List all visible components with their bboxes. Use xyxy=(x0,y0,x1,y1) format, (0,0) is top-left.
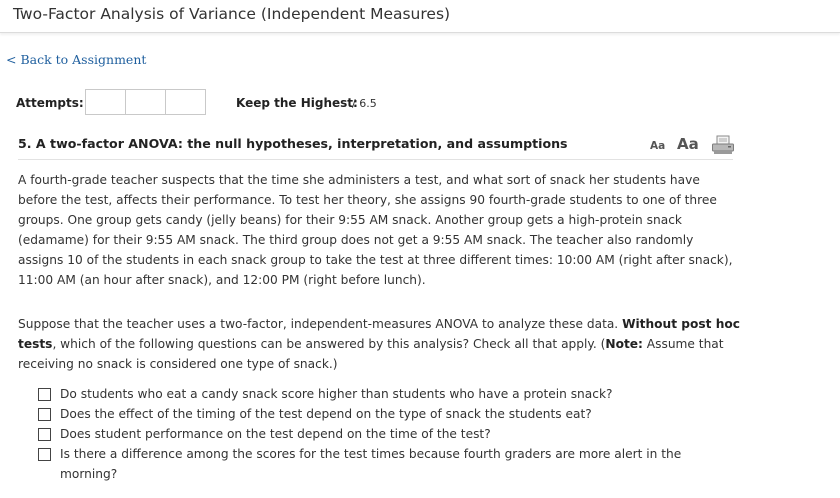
attempt-box xyxy=(86,90,126,114)
divider xyxy=(18,159,733,160)
answer-options: Do students who eat a candy snack score … xyxy=(38,384,738,484)
answer-option[interactable]: Is there a difference among the scores f… xyxy=(38,444,738,484)
answer-option-label: Is there a difference among the scores f… xyxy=(60,447,682,481)
question-title: 5. A two-factor ANOVA: the null hypothes… xyxy=(18,136,568,151)
answer-option[interactable]: Does student performance on the test dep… xyxy=(38,424,738,444)
answer-option-label: Do students who eat a candy snack score … xyxy=(60,387,613,401)
keep-highest-score: / 6.5 xyxy=(352,97,377,110)
attempt-boxes xyxy=(85,89,206,115)
printer-icon[interactable] xyxy=(711,135,735,155)
attempt-box xyxy=(126,90,166,114)
attempts-row: Attempts: Keep the Highest: / 6.5 xyxy=(0,89,840,117)
answer-checkbox[interactable] xyxy=(38,408,51,421)
answer-checkbox[interactable] xyxy=(38,428,51,441)
prompt-text: Suppose that the teacher uses a two-fact… xyxy=(18,317,623,331)
increase-font-button[interactable]: Aa xyxy=(677,135,699,153)
answer-option-label: Does student performance on the test dep… xyxy=(60,427,491,441)
question-scenario: A fourth-grade teacher suspects that the… xyxy=(18,173,733,287)
page-title: Two-Factor Analysis of Variance (Indepen… xyxy=(13,5,451,23)
answer-option-label: Does the effect of the timing of the tes… xyxy=(60,407,592,421)
title-bar: Two-Factor Analysis of Variance (Indepen… xyxy=(0,0,840,33)
question-prompt: Suppose that the teacher uses a two-fact… xyxy=(18,314,740,374)
attempt-box xyxy=(166,90,205,114)
answer-option[interactable]: Do students who eat a candy snack score … xyxy=(38,384,738,404)
back-to-assignment-link[interactable]: < Back to Assignment xyxy=(6,52,146,67)
decrease-font-button[interactable]: Aa xyxy=(650,140,665,152)
answer-checkbox[interactable] xyxy=(38,388,51,401)
attempts-label: Attempts: xyxy=(16,96,84,110)
answer-checkbox[interactable] xyxy=(38,448,51,461)
answer-option[interactable]: Does the effect of the timing of the tes… xyxy=(38,404,738,424)
prompt-text: , which of the following questions can b… xyxy=(52,337,606,351)
note-label: Note: xyxy=(605,337,643,351)
keep-highest-label: Keep the Highest: xyxy=(236,96,358,110)
